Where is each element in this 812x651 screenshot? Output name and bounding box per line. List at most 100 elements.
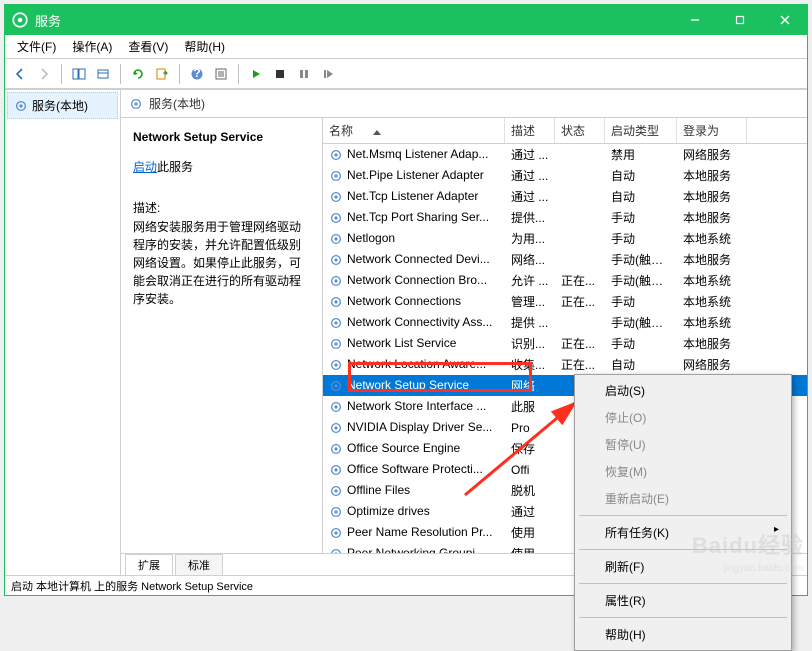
cell-logon: 本地服务 bbox=[677, 335, 747, 352]
cell-desc: 通过 ... bbox=[505, 188, 555, 205]
cell-desc: 提供... bbox=[505, 209, 555, 226]
gear-icon bbox=[329, 400, 343, 414]
cell-name: Offline Files bbox=[323, 483, 505, 498]
gear-icon bbox=[129, 97, 143, 111]
description-pane: Network Setup Service 启动此服务 描述: 网络安装服务用于… bbox=[121, 118, 323, 553]
menubar: 文件(F) 操作(A) 查看(V) 帮助(H) bbox=[5, 35, 807, 59]
cell-status: 正在... bbox=[555, 356, 605, 373]
cell-name: Network Connected Devi... bbox=[323, 252, 505, 267]
service-row[interactable]: Network Connected Devi...网络...手动(触发...本地… bbox=[323, 249, 807, 270]
service-row[interactable]: Net.Msmq Listener Adap...通过 ...禁用网络服务 bbox=[323, 144, 807, 165]
cell-desc: 网络 bbox=[505, 377, 555, 394]
cell-desc: 允许 ... bbox=[505, 272, 555, 289]
menu-help[interactable]: 帮助(H) bbox=[176, 36, 233, 57]
stop-service-button[interactable] bbox=[269, 63, 291, 85]
content-header-label: 服务(本地) bbox=[149, 95, 205, 112]
service-row[interactable]: Network Connections管理...正在...手动本地系统 bbox=[323, 291, 807, 312]
cell-desc: 通过 ... bbox=[505, 146, 555, 163]
gear-icon bbox=[329, 484, 343, 498]
properties-button[interactable] bbox=[210, 63, 232, 85]
gear-icon bbox=[329, 526, 343, 540]
cell-logon: 本地服务 bbox=[677, 209, 747, 226]
menu-item[interactable]: 刷新(F) bbox=[577, 553, 789, 580]
menu-item: 暂停(U) bbox=[577, 431, 789, 458]
gear-icon bbox=[329, 463, 343, 477]
column-description[interactable]: 描述 bbox=[505, 118, 555, 143]
maximize-button[interactable] bbox=[717, 5, 762, 35]
tab-extended[interactable]: 扩展 bbox=[125, 554, 173, 575]
cell-name: NVIDIA Display Driver Se... bbox=[323, 420, 505, 435]
detail-view-button[interactable] bbox=[92, 63, 114, 85]
content-header: 服务(本地) bbox=[121, 90, 807, 118]
pause-service-button[interactable] bbox=[293, 63, 315, 85]
cell-name: Peer Name Resolution Pr... bbox=[323, 525, 505, 540]
gear-icon bbox=[329, 547, 343, 553]
toolbar-separator bbox=[238, 64, 239, 84]
gear-icon bbox=[329, 190, 343, 204]
cell-logon: 本地服务 bbox=[677, 251, 747, 268]
column-startup-type[interactable]: 启动类型 bbox=[605, 118, 677, 143]
service-row[interactable]: Network Connection Bro...允许 ...正在...手动(触… bbox=[323, 270, 807, 291]
description-text: 网络安装服务用于管理网络驱动程序的安装，并允许配置低级别网络设置。如果停止此服务… bbox=[133, 218, 310, 308]
column-status[interactable]: 状态 bbox=[555, 118, 605, 143]
menu-item[interactable]: 所有任务(K) bbox=[577, 519, 789, 546]
restart-service-button[interactable] bbox=[317, 63, 339, 85]
back-button[interactable] bbox=[9, 63, 31, 85]
gear-icon bbox=[329, 253, 343, 267]
menu-view[interactable]: 查看(V) bbox=[120, 36, 176, 57]
cell-desc: 此服 bbox=[505, 398, 555, 415]
cell-status: 正在... bbox=[555, 293, 605, 310]
refresh-button[interactable] bbox=[127, 63, 149, 85]
cell-name: Netlogon bbox=[323, 231, 505, 246]
help-button[interactable]: ? bbox=[186, 63, 208, 85]
column-logon-as[interactable]: 登录为 bbox=[677, 118, 747, 143]
cell-desc: Pro bbox=[505, 421, 555, 435]
menu-item: 重新启动(E) bbox=[577, 485, 789, 512]
cell-type: 手动(触发... bbox=[605, 251, 677, 268]
cell-type: 手动(触发... bbox=[605, 314, 677, 331]
cell-name: Net.Tcp Port Sharing Ser... bbox=[323, 210, 505, 225]
service-row[interactable]: Net.Pipe Listener Adapter通过 ...自动本地服务 bbox=[323, 165, 807, 186]
export-button[interactable] bbox=[151, 63, 173, 85]
menu-item[interactable]: 属性(R) bbox=[577, 587, 789, 614]
gear-icon bbox=[329, 316, 343, 330]
cell-name: Office Software Protecti... bbox=[323, 462, 505, 477]
gear-icon bbox=[329, 295, 343, 309]
service-row[interactable]: Network Location Aware...收集...正在...自动网络服… bbox=[323, 354, 807, 375]
cell-name: Network Location Aware... bbox=[323, 357, 505, 372]
menu-separator bbox=[579, 583, 787, 584]
cell-logon: 本地系统 bbox=[677, 314, 747, 331]
menu-file[interactable]: 文件(F) bbox=[9, 36, 64, 57]
service-row[interactable]: Network List Service识别...正在...手动本地服务 bbox=[323, 333, 807, 354]
service-row[interactable]: Network Connectivity Ass...提供 ...手动(触发..… bbox=[323, 312, 807, 333]
cell-name: Net.Pipe Listener Adapter bbox=[323, 168, 505, 183]
cell-logon: 本地系统 bbox=[677, 230, 747, 247]
start-service-button[interactable] bbox=[245, 63, 267, 85]
cell-type: 手动(触发... bbox=[605, 272, 677, 289]
forward-button[interactable] bbox=[33, 63, 55, 85]
gear-icon bbox=[329, 211, 343, 225]
toolbar-separator bbox=[61, 64, 62, 84]
menu-item[interactable]: 启动(S) bbox=[577, 377, 789, 404]
column-name[interactable]: 名称 bbox=[323, 118, 505, 143]
service-row[interactable]: Net.Tcp Listener Adapter通过 ...自动本地服务 bbox=[323, 186, 807, 207]
tree-node-services-local[interactable]: 服务(本地) bbox=[7, 92, 118, 119]
window-title: 服务 bbox=[35, 11, 672, 30]
menu-separator bbox=[579, 515, 787, 516]
toolbar: ? bbox=[5, 59, 807, 89]
service-row[interactable]: Netlogon为用...手动本地系统 bbox=[323, 228, 807, 249]
context-menu: 启动(S)停止(O)暂停(U)恢复(M)重新启动(E)所有任务(K)刷新(F)属… bbox=[574, 374, 792, 651]
minimize-button[interactable] bbox=[672, 5, 717, 35]
description-label: 描述: bbox=[133, 199, 310, 216]
cell-name: Peer Networking Groupi bbox=[323, 546, 505, 553]
start-service-link[interactable]: 启动 bbox=[133, 160, 157, 174]
cell-desc: Offi bbox=[505, 463, 555, 477]
menu-item[interactable]: 帮助(H) bbox=[577, 621, 789, 648]
service-row[interactable]: Net.Tcp Port Sharing Ser...提供...手动本地服务 bbox=[323, 207, 807, 228]
tab-standard[interactable]: 标准 bbox=[175, 554, 223, 575]
close-button[interactable] bbox=[762, 5, 807, 35]
show-hide-tree-button[interactable] bbox=[68, 63, 90, 85]
cell-name: Optimize drives bbox=[323, 504, 505, 519]
menu-action[interactable]: 操作(A) bbox=[64, 36, 120, 57]
cell-desc: 收集... bbox=[505, 356, 555, 373]
